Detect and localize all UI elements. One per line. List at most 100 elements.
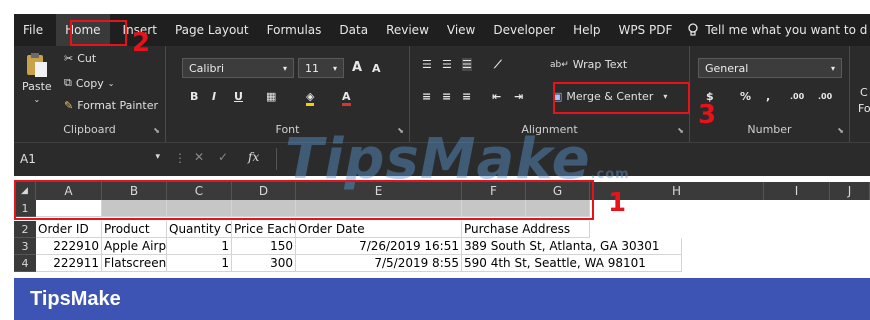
number-format-value: General — [705, 61, 749, 75]
align-left-icon[interactable]: ≡ — [422, 90, 431, 103]
enter-icon[interactable]: ✓ — [218, 150, 228, 164]
align-middle-icon[interactable]: ☰ — [442, 58, 452, 71]
row-header[interactable]: 3 — [14, 238, 36, 255]
conditional-format-label[interactable]: C — [860, 86, 868, 99]
paste-icon — [26, 53, 47, 77]
borders-button[interactable]: ▦ — [266, 90, 276, 103]
cell-f3[interactable]: 389 South St, Atlanta, GA 30301 — [462, 238, 682, 255]
chevron-down-icon: ⌄ — [33, 95, 41, 104]
chevron-down-icon: ▾ — [282, 63, 287, 73]
wrap-text-icon: ab↵ — [550, 59, 569, 70]
paste-button[interactable]: Paste ⌄ — [22, 52, 52, 104]
paint-bucket-icon: ◈ — [306, 90, 315, 106]
dialog-launcher-icon[interactable]: ⬊ — [677, 126, 684, 135]
cell-c4[interactable]: 1 — [167, 255, 232, 272]
chevron-down-icon: ▾ — [830, 63, 835, 73]
home-tab-highlight — [70, 20, 127, 46]
align-right-icon[interactable]: ≡ — [462, 90, 471, 103]
tab-developer[interactable]: Developer — [484, 14, 564, 46]
cell-e4[interactable]: 7/5/2019 8:55 — [296, 255, 462, 272]
cell-b2[interactable]: Product — [102, 221, 167, 238]
annotation-number-3: 3 — [698, 100, 717, 130]
tab-page-layout[interactable]: Page Layout — [166, 14, 258, 46]
footer-brand: TipsMake — [30, 287, 121, 310]
increase-indent-icon[interactable]: ⇥ — [514, 90, 523, 103]
cut-label: Cut — [77, 52, 97, 65]
chevron-down-icon: ▾ — [155, 152, 160, 162]
format-as-table-label[interactable]: Fo — [858, 102, 870, 115]
font-color-button[interactable]: A — [342, 90, 351, 106]
decrease-indent-icon[interactable]: ⇤ — [492, 90, 501, 103]
lightbulb-icon — [688, 23, 699, 36]
font-name-value: Calibri — [189, 61, 225, 75]
increase-decimal-button[interactable]: .00 — [790, 92, 804, 101]
font-name-select[interactable]: Calibri ▾ — [182, 58, 294, 78]
cell-c2[interactable]: Quantity C — [167, 221, 232, 238]
tab-view[interactable]: View — [438, 14, 484, 46]
table-row: 3 222910 Apple Airp 1 150 7/26/2019 16:5… — [14, 238, 870, 255]
tell-me-search[interactable]: Tell me what you want to d — [681, 23, 867, 37]
wrap-text-button[interactable]: ab↵ Wrap Text — [550, 58, 627, 71]
clipboard-group: Paste ⌄ ✂ Cut ⧉ Copy ⌄ ✎ Format Painter Clip… — [14, 46, 166, 142]
shrink-font-button[interactable]: A — [372, 62, 381, 75]
cell-e2[interactable]: Order Date — [296, 221, 462, 238]
copy-button[interactable]: ⧉ Copy ⌄ — [64, 76, 114, 90]
cell-a4[interactable]: 222911 — [36, 255, 102, 272]
name-box-value: A1 — [20, 152, 36, 166]
align-center-icon[interactable]: ≡ — [442, 90, 451, 103]
cell-d3[interactable]: 150 — [232, 238, 296, 255]
column-header-j[interactable]: J — [830, 182, 870, 200]
bold-button[interactable]: B — [190, 90, 198, 103]
name-box[interactable]: A1 ▾ — [20, 152, 160, 166]
orientation-icon[interactable]: ⟋ — [494, 58, 502, 72]
dialog-launcher-icon[interactable]: ⬊ — [153, 126, 160, 135]
chevron-down-icon: ⌄ — [107, 78, 115, 88]
cell-d2[interactable]: Price Each — [232, 221, 296, 238]
annotation-number-2: 2 — [132, 28, 151, 58]
tab-wps-pdf[interactable]: WPS PDF — [609, 14, 681, 46]
cell-e3[interactable]: 7/26/2019 16:51 — [296, 238, 462, 255]
format-painter-label: Format Painter — [77, 99, 158, 112]
font-size-select[interactable]: 11 ▾ — [298, 58, 344, 78]
comma-button[interactable]: , — [766, 90, 770, 103]
tab-data[interactable]: Data — [330, 14, 377, 46]
copy-icon: ⧉ — [64, 76, 72, 89]
borders-icon: ▦ — [266, 90, 277, 103]
cut-button[interactable]: ✂ Cut — [64, 52, 96, 65]
cell-b4[interactable]: Flatscreen — [102, 255, 167, 272]
cell-a2[interactable]: Order ID — [36, 221, 102, 238]
wrap-text-label: Wrap Text — [572, 58, 628, 71]
brush-icon: ✎ — [64, 99, 74, 112]
decrease-decimal-button[interactable]: .00 — [818, 92, 832, 101]
row-selection-highlight — [14, 180, 594, 220]
fill-color-button[interactable]: ◈ — [306, 90, 315, 106]
font-color-icon: A — [342, 90, 351, 106]
cell-d4[interactable]: 300 — [232, 255, 296, 272]
underline-button[interactable]: U — [234, 90, 243, 103]
tab-formulas[interactable]: Formulas — [258, 14, 331, 46]
cancel-icon[interactable]: ✕ — [194, 150, 204, 164]
tab-file[interactable]: File — [14, 14, 52, 46]
percent-button[interactable]: % — [740, 90, 751, 103]
row-header[interactable]: 4 — [14, 255, 36, 272]
cell-f4[interactable]: 590 4th St, Seattle, WA 98101 — [462, 255, 682, 272]
grow-font-button[interactable]: A — [352, 60, 362, 75]
tab-review[interactable]: Review — [377, 14, 438, 46]
column-header-i[interactable]: I — [764, 182, 830, 200]
number-format-select[interactable]: General ▾ — [698, 58, 842, 78]
cell-f2[interactable]: Purchase Address — [462, 221, 590, 238]
dialog-launcher-icon[interactable]: ⬊ — [837, 126, 844, 135]
insert-function-button[interactable]: fx — [248, 150, 259, 164]
tab-help[interactable]: Help — [564, 14, 609, 46]
cell-c3[interactable]: 1 — [167, 238, 232, 255]
footer-banner: TipsMake — [14, 278, 870, 320]
align-top-icon[interactable]: ☰ — [422, 58, 432, 71]
clipboard-group-label: Clipboard — [63, 123, 116, 136]
italic-button[interactable]: I — [212, 90, 216, 103]
cell-b3[interactable]: Apple Airp — [102, 238, 167, 255]
cell-a3[interactable]: 222910 — [36, 238, 102, 255]
row-header[interactable]: 2 — [14, 221, 36, 238]
format-painter-button[interactable]: ✎ Format Painter — [64, 99, 158, 112]
tell-me-text: Tell me what you want to d — [705, 23, 868, 37]
align-bottom-icon[interactable]: ☰ — [462, 58, 472, 71]
